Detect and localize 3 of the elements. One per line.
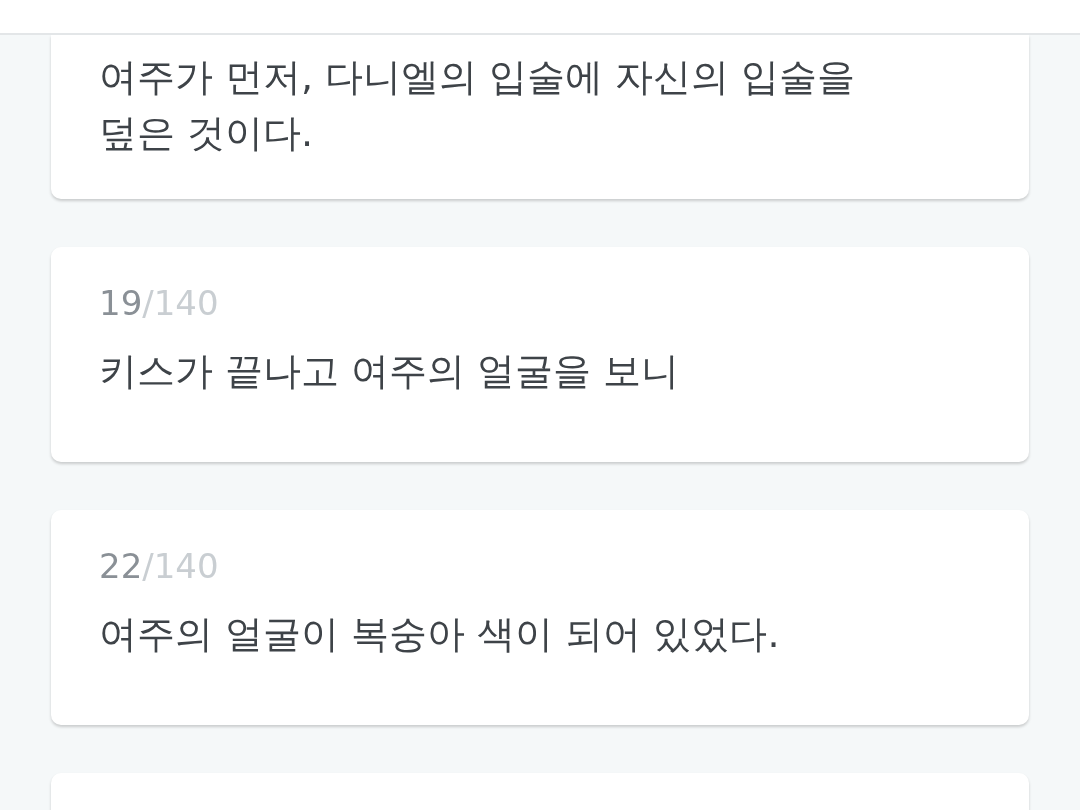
- sentence-text: 여주의 얼굴이 복숭아 색이 되어 있었다.: [99, 611, 781, 658]
- sentence-text: 키스가 끝나고 여주의 얼굴을 보니: [99, 348, 681, 395]
- sentence-text: 여주가 먼저, 다니엘의 입술에 자신의 입술을 덮은 것이다.: [99, 54, 857, 157]
